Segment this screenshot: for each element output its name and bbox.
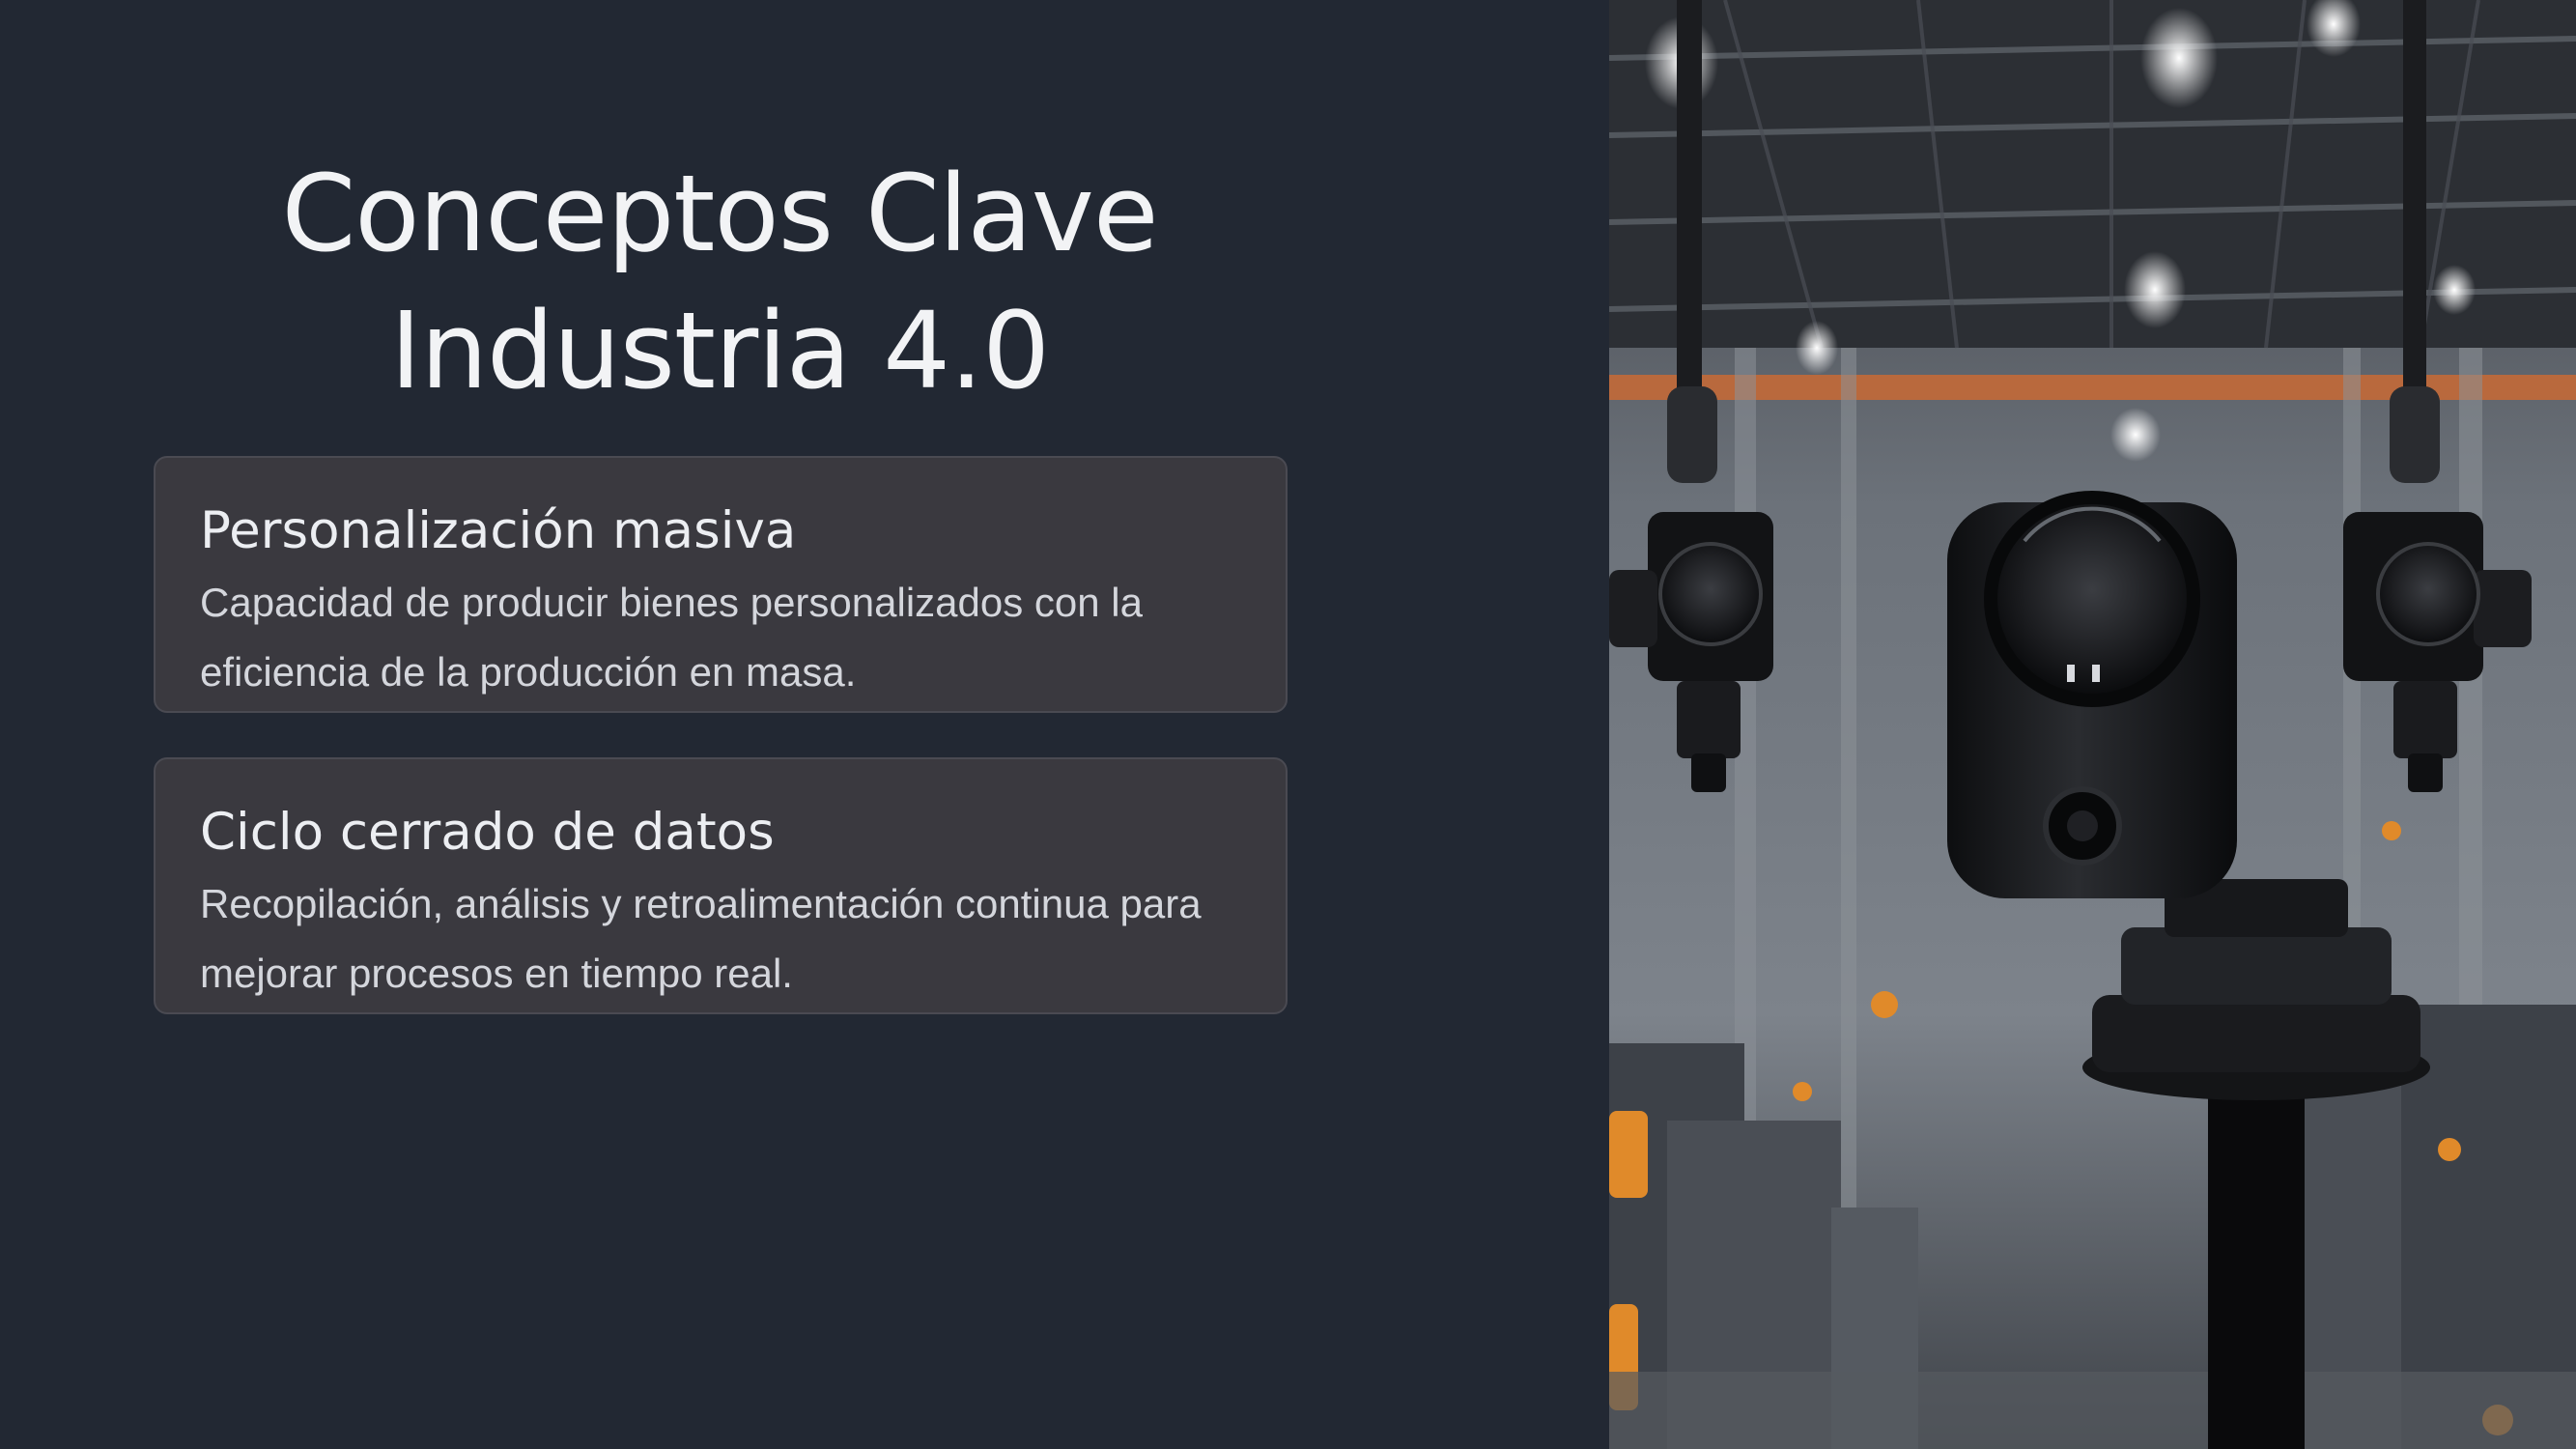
factory-camera-photo <box>1609 0 2576 1449</box>
title-line-2: Industria 4.0 <box>389 289 1050 412</box>
factory-camera-illustration <box>1609 0 2576 1449</box>
content-panel: Conceptos Clave Industria 4.0 Personaliza… <box>0 0 1609 1449</box>
slide: Conceptos Clave Industria 4.0 Personaliza… <box>0 0 2576 1449</box>
card-heading: Personalización masiva <box>200 501 797 560</box>
slide-title: Conceptos Clave Industria 4.0 <box>155 145 1285 419</box>
card-heading: Ciclo cerrado de datos <box>200 803 775 862</box>
card-description: Capacidad de producir bienes personaliza… <box>200 580 1143 695</box>
concept-card-closed-data-loop: Ciclo cerrado de datos Recopilación, aná… <box>154 757 1288 1014</box>
concept-card-mass-customization: Personalización masiva Capacidad de prod… <box>154 456 1288 713</box>
title-line-1: Conceptos Clave <box>281 152 1158 275</box>
card-description: Recopilación, análisis y retroalimentaci… <box>200 881 1202 996</box>
